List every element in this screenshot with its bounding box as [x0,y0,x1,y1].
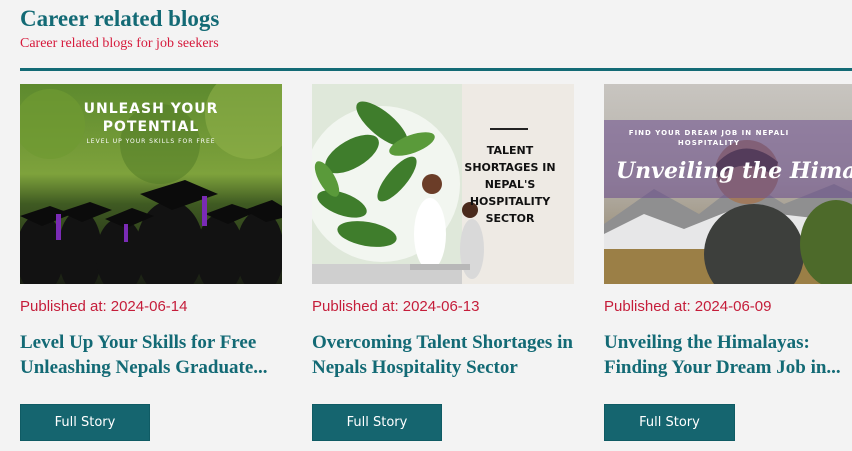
image-caption-line: LEVEL UP YOUR SKILLS FOR FREE [86,138,216,145]
image-caption-line: HOSPITALITY [677,139,741,147]
blog-card: TALENT SHORTAGES IN NEPAL'S HOSPITALITY … [312,84,574,451]
full-story-button[interactable]: Full Story [312,404,442,441]
full-story-button[interactable]: Full Story [604,404,735,441]
blog-image-graduates[interactable]: UNLEASH YOUR POTENTIAL LEVEL UP YOUR SKI… [20,84,282,284]
blog-image-himalayas[interactable]: FIND YOUR DREAM JOB IN NEPALI HOSPITALIT… [604,84,852,284]
blog-card: UNLEASH YOUR POTENTIAL LEVEL UP YOUR SKI… [20,84,282,451]
blog-title-line: Overcoming Talent Shortages in [312,332,573,353]
blog-title-line: Finding Your Dream Job in... [604,357,841,378]
image-caption-line: SECTOR [485,212,535,225]
published-label: Published at: [312,298,399,315]
blog-card: FIND YOUR DREAM JOB IN NEPALI HOSPITALIT… [604,84,852,451]
blog-title-line: Level Up Your Skills for Free [20,332,257,353]
published-value: 2024-06-14 [110,298,188,315]
image-caption: FIND YOUR DREAM JOB IN NEPALI HOSPITALIT… [604,128,814,148]
published-label: Published at: [604,298,691,315]
published-date: Published at: 2024-06-14 [20,298,187,315]
blog-title[interactable]: Level Up Your Skills for Free Unleashing… [20,330,282,380]
image-caption: TALENT SHORTAGES IN NEPAL'S HOSPITALITY … [462,142,558,227]
published-date: Published at: 2024-06-09 [604,298,771,315]
blog-title[interactable]: Overcoming Talent Shortages in Nepals Ho… [312,330,574,380]
published-value: 2024-06-09 [694,298,772,315]
image-headline: Unveiling the Himalayas [616,158,852,184]
himalayas-photo [604,84,852,284]
image-caption-line: SHORTAGES IN [464,161,556,174]
published-value: 2024-06-13 [402,298,480,315]
blog-title[interactable]: Unveiling the Himalayas: Finding Your Dr… [604,330,852,380]
blog-title-line: Nepals Hospitality Sector [312,357,518,378]
published-label: Published at: [20,298,107,315]
section-title: Career related blogs [20,6,220,31]
image-caption-line: POTENTIAL [102,119,200,135]
blog-image-hospitality[interactable]: TALENT SHORTAGES IN NEPAL'S HOSPITALITY … [312,84,574,284]
image-caption-line: UNLEASH YOUR [83,101,219,117]
image-caption-line: HOSPITALITY [469,195,551,208]
image-caption-line: NEPAL'S [484,178,536,191]
blog-card-list: UNLEASH YOUR POTENTIAL LEVEL UP YOUR SKI… [20,84,852,451]
blog-title-line: Unveiling the Himalayas: [604,332,810,353]
full-story-button[interactable]: Full Story [20,404,150,441]
image-caption-line: FIND YOUR DREAM JOB IN NEPALI [628,129,790,137]
image-caption-line: TALENT [486,144,534,157]
section-divider [20,68,852,71]
blog-title-line: Unleashing Nepals Graduate... [20,357,268,378]
section-header: Career related blogs Career related blog… [20,4,852,54]
image-caption: UNLEASH YOUR POTENTIAL LEVEL UP YOUR SKI… [20,100,282,148]
published-date: Published at: 2024-06-13 [312,298,479,315]
section-subtitle: Career related blogs for job seekers [20,36,219,51]
